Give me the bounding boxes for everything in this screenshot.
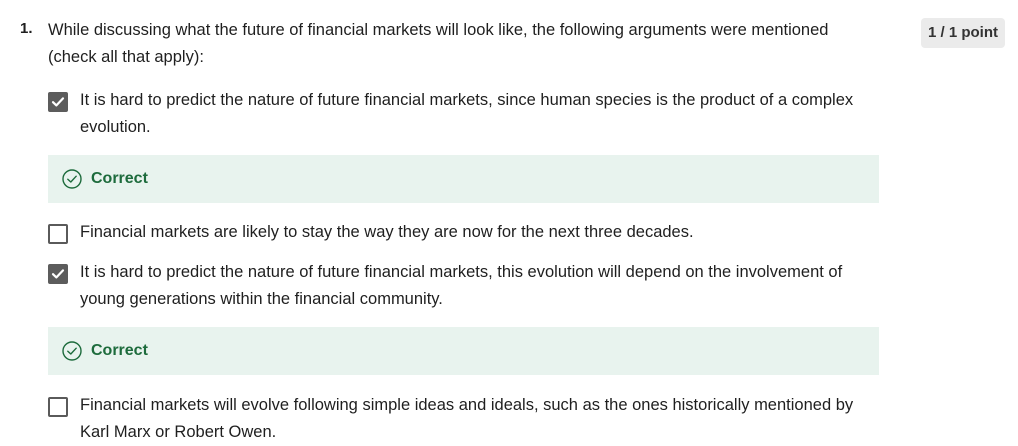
- option-label: Financial markets are likely to stay the…: [80, 223, 694, 241]
- option-label: Financial markets will evolve following …: [80, 396, 854, 441]
- points-badge: 1 / 1 point: [921, 18, 1006, 48]
- question-number: 1.: [20, 20, 33, 37]
- feedback-correct: Correct: [48, 155, 879, 203]
- feedback-label: Correct: [91, 170, 148, 187]
- feedback-label: Correct: [91, 342, 148, 359]
- checkmark-icon: [51, 97, 65, 107]
- option-label: It is hard to predict the nature of futu…: [80, 263, 843, 308]
- feedback-correct: Correct: [48, 327, 879, 375]
- option-label: It is hard to predict the nature of futu…: [80, 91, 854, 136]
- checkbox-unchecked[interactable]: [48, 397, 68, 417]
- checkbox-checked[interactable]: [48, 92, 68, 112]
- checkmark-icon: [51, 269, 65, 279]
- question-text: While discussing what the future of fina…: [48, 21, 829, 66]
- check-circle-icon: [62, 169, 82, 189]
- checkbox-unchecked[interactable]: [48, 224, 68, 244]
- checkbox-checked[interactable]: [48, 264, 68, 284]
- check-circle-icon: [62, 341, 82, 361]
